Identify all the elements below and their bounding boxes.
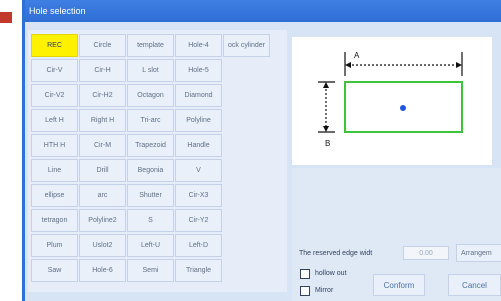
grid-empty-cell (223, 259, 270, 282)
hole-type-button-plum[interactable]: Plum (31, 234, 78, 257)
grid-empty-cell (223, 109, 270, 132)
dim-b-top-arrow (323, 82, 329, 88)
grid-empty-cell (223, 209, 270, 232)
hole-type-button-tri-arc[interactable]: Tri-arc (127, 109, 174, 132)
background-window-edge (22, 0, 25, 301)
background-window-strip (0, 0, 25, 301)
mirror-label: Mirror (315, 287, 334, 294)
hole-type-button-left-u[interactable]: Left-U (127, 234, 174, 257)
dim-a-right-arrow (456, 62, 462, 68)
hole-type-button-hole-4[interactable]: Hole-4 (175, 34, 222, 57)
grid-empty-cell (223, 159, 270, 182)
hole-type-button-circle[interactable]: Circle (79, 34, 126, 57)
hole-type-button-cir-v[interactable]: Cir-V (31, 59, 78, 82)
hole-type-button-trapezoid[interactable]: Trapezoid (127, 134, 174, 157)
hole-type-button-hth-h[interactable]: HTH H (31, 134, 78, 157)
hole-type-button-v[interactable]: V (175, 159, 222, 182)
arrangement-button[interactable]: Arrangem (456, 244, 501, 262)
reserved-edge-input[interactable]: 0.00 (403, 246, 449, 260)
grid-empty-cell (223, 234, 270, 257)
dialog-title: Hole selection (25, 0, 501, 22)
hole-type-button-saw[interactable]: Saw (31, 259, 78, 282)
hole-type-button-cir-x3[interactable]: Cir-X3 (175, 184, 222, 207)
reserved-edge-label: The reserved edge widt (299, 250, 373, 257)
hole-type-button-cir-y2[interactable]: Cir-Y2 (175, 209, 222, 232)
hole-type-button-arc[interactable]: arc (79, 184, 126, 207)
hole-type-button-rec[interactable]: REC (31, 34, 78, 57)
hole-type-button-semi[interactable]: Semi (127, 259, 174, 282)
hole-type-button-cir-h[interactable]: Cir-H (79, 59, 126, 82)
hole-type-grid: REC Circle template Hole-4 ock cylinder Cir-V… (31, 34, 270, 282)
confirm-button[interactable]: Conform (373, 274, 425, 296)
cancel-button[interactable]: Cancel (448, 274, 501, 296)
hole-type-button-cir-v2[interactable]: Cir-V2 (31, 84, 78, 107)
hole-type-button-right-h[interactable]: Right H (79, 109, 126, 132)
hollow-out-checkbox[interactable] (300, 269, 310, 279)
preview-diagram: A B (318, 51, 463, 148)
hole-type-button-triangle[interactable]: Triangle (175, 259, 222, 282)
hole-type-button-hole-5[interactable]: Hole-5 (175, 59, 222, 82)
grid-empty-cell (223, 59, 270, 82)
hollow-out-label: hollow out (315, 270, 347, 277)
shape-preview: A B (292, 37, 492, 165)
hole-type-button-tetragon[interactable]: tetragon (31, 209, 78, 232)
grid-empty-cell (223, 84, 270, 107)
mirror-checkbox[interactable] (300, 286, 310, 296)
hole-type-button-cir-h2[interactable]: Cir-H2 (79, 84, 126, 107)
dim-a-left-arrow (345, 62, 351, 68)
hole-type-button-polyline[interactable]: Polyline (175, 109, 222, 132)
grid-empty-cell (223, 184, 270, 207)
hole-type-button-ellipse[interactable]: ellipse (31, 184, 78, 207)
background-red-tab (0, 12, 12, 23)
hole-type-button-left-h[interactable]: Left H (31, 109, 78, 132)
hole-type-button-ock-cylinder[interactable]: ock cylinder (223, 34, 270, 57)
hole-type-button-octagon[interactable]: Octagon (127, 84, 174, 107)
dim-b-label: B (325, 139, 330, 148)
hole-type-button-cir-m[interactable]: Cir-M (79, 134, 126, 157)
hole-type-button-handle[interactable]: Handle (175, 134, 222, 157)
hole-type-button-uslot2[interactable]: Uslot2 (79, 234, 126, 257)
hole-type-button-drill[interactable]: Drill (79, 159, 126, 182)
hole-type-button-left-d[interactable]: Left-D (175, 234, 222, 257)
dim-a-label: A (354, 51, 360, 60)
hole-type-button-begonia[interactable]: Begonia (127, 159, 174, 182)
center-point (400, 105, 406, 111)
grid-empty-cell (223, 134, 270, 157)
hole-type-button-hole-6[interactable]: Hole-6 (79, 259, 126, 282)
hole-type-button-template[interactable]: template (127, 34, 174, 57)
dim-b-bottom-arrow (323, 126, 329, 132)
hole-type-button-s[interactable]: S (127, 209, 174, 232)
hole-type-button-diamond[interactable]: Diamond (175, 84, 222, 107)
hole-type-button-shutter[interactable]: Shutter (127, 184, 174, 207)
hole-type-button-line[interactable]: Line (31, 159, 78, 182)
hole-type-button-l-slot[interactable]: L slot (127, 59, 174, 82)
hole-type-button-polyline2[interactable]: Polyline2 (79, 209, 126, 232)
